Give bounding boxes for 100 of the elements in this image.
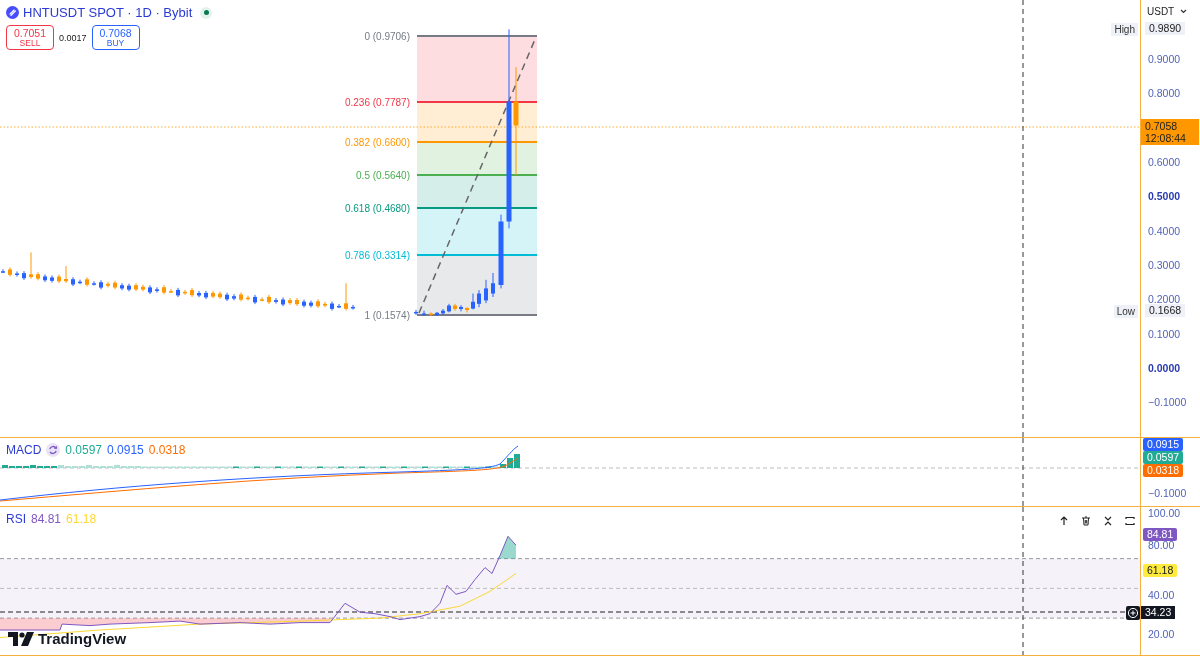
candle [323,301,327,308]
candle [197,290,201,298]
candle [148,284,152,295]
candle [99,279,103,290]
candle [92,280,96,287]
candle [64,265,68,284]
candle [429,311,433,317]
candle [253,294,257,305]
candle [190,287,194,298]
sell-button[interactable]: 0.7051 SELL [6,25,54,50]
low-price-tag: 0.1668 [1145,304,1186,317]
overbought-fill [497,536,516,559]
candle [330,301,334,312]
candle [447,303,451,313]
rsi-tick-label: 20.00 [1148,628,1175,640]
candle [491,272,495,298]
candle [43,273,47,283]
symbol-title[interactable]: HNTUSDT SPOT · 1D · Bybit [23,5,193,20]
refresh-icon[interactable] [46,443,61,457]
candle [113,280,117,290]
fib-level-label: 0 (0.9706) [364,30,410,42]
spread-value: 0.0017 [59,32,87,43]
fib-level-label: 0.382 (0.6600) [344,136,410,148]
price-tick-label: 0.9000 [1148,53,1181,65]
price-tick-label: 0.0000 [1148,362,1181,374]
indicator-value: 0.0597 [65,443,103,457]
candle [453,303,457,312]
candle [141,284,145,292]
high-price-tag: 0.9890 [1145,22,1186,35]
rsi-tick-label: 40.00 [1148,589,1175,601]
candle [15,270,19,278]
candle [274,297,278,305]
candle [155,286,159,294]
buy-button[interactable]: 0.7068 BUY [91,25,140,50]
price-tick-label: 0.8000 [1148,87,1181,99]
candle [127,283,131,292]
candle [302,299,306,308]
candle [435,311,439,317]
price-tick-label: 0.2000 [1148,293,1181,305]
fib-level-label: 0.236 (0.7787) [344,96,410,108]
candle [1,268,5,274]
tradingview-logo-icon [8,631,34,646]
caret-icon [1180,9,1188,14]
candle [337,303,341,309]
fib-level-line[interactable] [417,254,537,256]
macd-tick-label: −0.1000 [1148,487,1187,499]
indicator-tag: 61.18 [1143,564,1178,577]
indicator-value: 0.0318 [148,443,186,457]
low-label: Low [1113,305,1138,318]
candle [471,293,475,310]
candle [246,295,250,301]
candle [218,291,222,300]
trash-icon [1080,516,1091,526]
candle [414,309,418,316]
candle [71,276,75,287]
candle [85,276,89,288]
indicator-tag: 0.0318 [1143,464,1184,477]
rsi-tick-label: 100.00 [1148,507,1181,519]
brand-name: TradingView [38,630,127,647]
candle [459,304,463,312]
candle [344,282,348,311]
indicator-value: 0.0915 [107,443,144,457]
candle [465,306,469,313]
fib-level-label: 1 (0.1574) [364,309,410,321]
candle [441,308,445,316]
price-tick-label: 0.5000 [1148,190,1181,202]
maximize-icon [1124,516,1135,526]
candle [288,297,292,306]
rsi-tick-label: 80.00 [1148,539,1175,551]
arrow-up-icon [1058,516,1069,526]
indicator-title[interactable]: RSI [6,512,26,526]
indicator-tag: 84.81 [1143,528,1178,541]
candle [8,266,12,278]
candle [267,294,271,305]
candle [176,287,180,298]
indicator-tag: 0.0915 [1143,438,1184,451]
candle [484,279,488,304]
price-tick-label: 0.3000 [1148,259,1181,271]
candle [106,281,110,288]
last-price-tag: 0.7058 12:08:44 [1141,119,1199,145]
candle [50,274,54,284]
fib-level-label: 0.5 (0.5640) [356,169,410,181]
coin-logo-icon [6,6,19,19]
candle [225,292,229,302]
candle [281,297,285,307]
fib-level-line[interactable] [417,141,537,143]
candle [183,289,187,296]
candle [295,297,299,307]
collapse-icon [1102,516,1113,526]
candle [239,291,243,302]
fib-level-label: 0.618 (0.4680) [344,202,410,214]
candle [351,304,355,311]
candle [169,288,173,294]
candle [309,300,313,308]
add-icon[interactable] [1126,606,1140,620]
indicator-value: 61.18 [66,512,97,526]
candle [29,251,33,280]
indicator-title[interactable]: MACD [6,443,42,457]
indicator-tag: 0.0597 [1143,451,1184,464]
price-tick-label: 0.4000 [1148,225,1181,237]
